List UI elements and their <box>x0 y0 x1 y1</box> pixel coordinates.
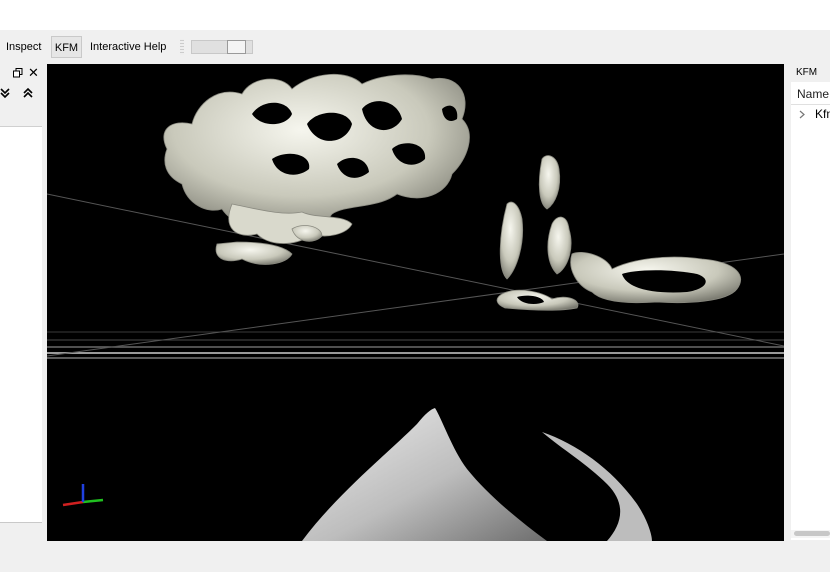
dock-close-icon[interactable]: ✕ <box>28 66 39 80</box>
orientation-axes-widget <box>62 484 104 507</box>
tree-item-label: Kfm <box>815 107 830 121</box>
expand-arrow-icon[interactable] <box>799 110 805 119</box>
scrollbar-thumb[interactable] <box>794 531 830 536</box>
left-dock-header: ✕ <box>0 64 42 127</box>
chevron-down-double-icon[interactable] <box>0 86 10 100</box>
horizontal-scrollbar[interactable] <box>791 530 830 538</box>
dock-float-icon[interactable] <box>13 68 23 78</box>
left-dock-panel: ✕ <box>0 64 43 523</box>
tree-column-header-name[interactable]: Name <box>791 84 830 105</box>
right-splitter[interactable] <box>784 64 791 541</box>
kfm-dock-title: KFM <box>791 64 830 82</box>
scene-canvas <box>47 73 784 541</box>
status-bar <box>0 541 830 572</box>
title-area <box>0 0 830 30</box>
kfm-button[interactable]: KFM <box>51 36 82 58</box>
isosurface-cluster-left <box>163 73 470 265</box>
opacity-slider[interactable] <box>191 40 253 54</box>
x-axis-line <box>62 500 84 507</box>
kfm-dock-panel: KFM Name Kfm <box>791 64 830 540</box>
tree-item-kfm[interactable]: Kfm <box>791 104 830 124</box>
y-axis-line <box>82 498 104 504</box>
foreground-terrain-surface-right <box>542 432 652 541</box>
3d-render-viewport[interactable] <box>47 64 784 541</box>
isosurface-cluster-right <box>496 155 742 311</box>
toolbar-grip-handle[interactable] <box>180 39 184 55</box>
chevron-up-double-icon[interactable] <box>22 86 34 100</box>
foreground-terrain-surface <box>302 408 547 541</box>
interactive-help-button[interactable]: Interactive Help <box>90 36 166 58</box>
inspect-button[interactable]: Inspect <box>6 36 41 58</box>
slider-handle[interactable] <box>227 40 246 54</box>
main-toolbar: Inspect KFM Interactive Help <box>0 30 830 64</box>
